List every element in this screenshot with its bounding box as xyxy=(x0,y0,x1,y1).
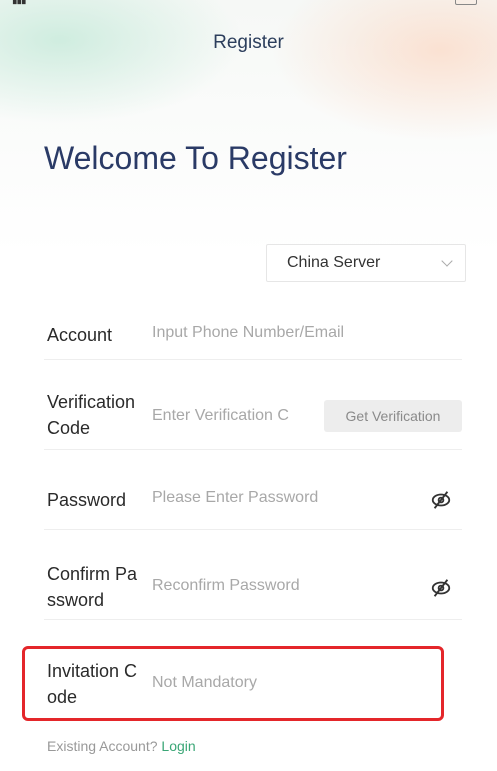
confirm-label-line2: ssword xyxy=(47,590,105,610)
verification-row: Verification Code Enter Verification C G… xyxy=(44,385,462,450)
login-link[interactable]: Login xyxy=(161,738,195,754)
verification-input[interactable]: Enter Verification C xyxy=(152,407,320,425)
chevron-down-icon xyxy=(441,255,453,267)
status-bar: ▮▮▮ xyxy=(0,0,497,8)
welcome-heading: Welcome To Register xyxy=(44,140,347,176)
password-row: Password Please Enter Password xyxy=(44,475,462,530)
account-row: Account Input Phone Number/Email xyxy=(44,310,462,360)
existing-account-text: Existing Account? xyxy=(47,738,158,754)
confirm-password-label: Confirm Pa ssword xyxy=(47,561,137,613)
footer: Existing Account? Login xyxy=(47,738,196,754)
confirm-label-line1: Confirm Pa xyxy=(47,564,138,584)
get-verification-button[interactable]: Get Verification xyxy=(324,400,462,432)
confirm-password-input[interactable]: Reconfirm Password xyxy=(152,577,412,595)
battery-icon xyxy=(455,0,477,5)
page-title: Register xyxy=(213,32,284,53)
account-input[interactable]: Input Phone Number/Email xyxy=(152,324,452,342)
server-select-value: China Server xyxy=(287,254,381,271)
password-input[interactable]: Please Enter Password xyxy=(152,489,412,507)
signal-icon: ▮▮▮ xyxy=(12,0,26,6)
password-label: Password xyxy=(47,490,127,510)
verification-label-line2: Code xyxy=(47,418,91,438)
verification-label-line1: Verification xyxy=(47,392,136,412)
confirm-password-row: Confirm Pa ssword Reconfirm Password xyxy=(44,555,462,620)
account-label: Account xyxy=(47,325,113,345)
eye-slash-icon[interactable] xyxy=(430,577,452,599)
verification-label: Verification Code xyxy=(47,389,135,441)
server-select[interactable]: China Server xyxy=(266,244,466,282)
highlight-box xyxy=(22,646,444,721)
eye-slash-icon[interactable] xyxy=(430,489,452,511)
